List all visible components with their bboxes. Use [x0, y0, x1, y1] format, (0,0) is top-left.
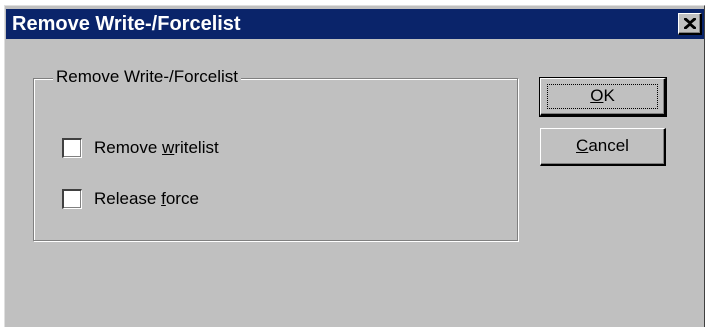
release-force-checkbox[interactable] — [62, 189, 82, 209]
remove-writelist-label[interactable]: Remove writelist — [94, 138, 219, 158]
remove-writelist-access-key: w — [162, 138, 175, 157]
cancel-access-key: C — [576, 136, 589, 155]
groupbox-legend: Remove Write-/Forcelist — [53, 66, 241, 88]
release-force-label[interactable]: Release force — [94, 189, 199, 209]
remove-writelist-checkbox[interactable] — [62, 138, 82, 158]
release-force-option[interactable]: Release force — [62, 187, 199, 211]
ok-access-key: O — [590, 86, 604, 105]
close-button[interactable] — [678, 13, 702, 35]
title-bar[interactable]: Remove Write-/Forcelist — [6, 9, 704, 39]
cancel-button[interactable]: Cancel — [540, 128, 666, 166]
remove-writelist-option[interactable]: Remove writelist — [62, 136, 219, 160]
window-title: Remove Write-/Forcelist — [12, 13, 241, 35]
close-icon — [684, 18, 696, 29]
ok-button[interactable]: OK — [539, 77, 667, 117]
